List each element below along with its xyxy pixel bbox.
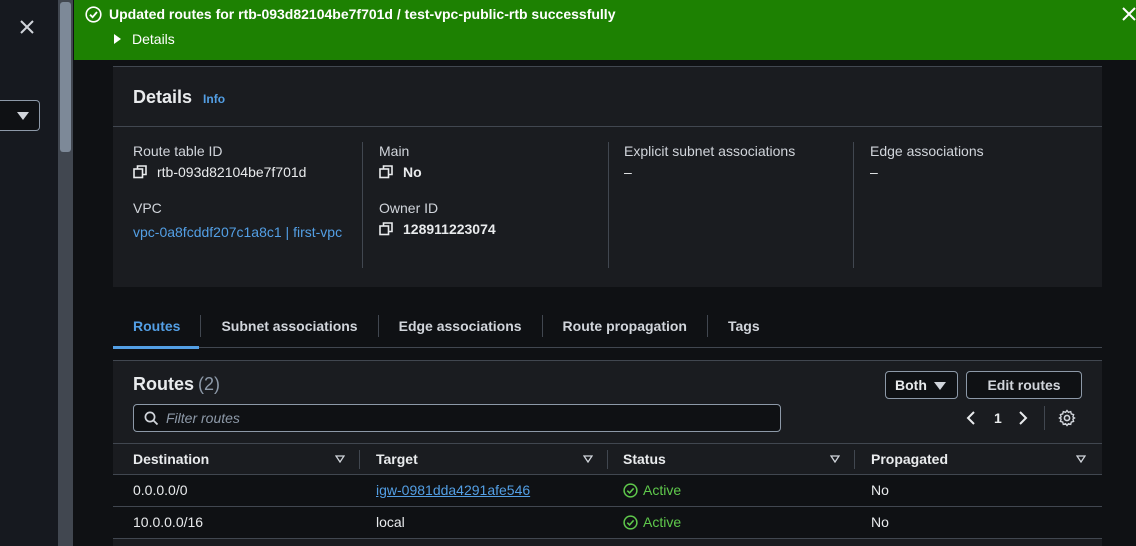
routes-count: (2) <box>198 374 221 394</box>
main-value-text: No <box>403 164 422 180</box>
search-icon <box>144 411 159 426</box>
divider <box>113 126 1102 127</box>
details-col-3: Explicit subnet associations – <box>624 143 854 180</box>
sort-down-icon[interactable] <box>1076 455 1086 463</box>
filter-routes-field[interactable] <box>133 404 781 432</box>
edit-routes-button[interactable]: Edit routes <box>966 371 1082 399</box>
gear-icon[interactable] <box>1058 409 1076 427</box>
table-row[interactable]: 0.0.0.0/0 igw-0981dda4291afe546 Active N… <box>113 475 1102 507</box>
check-circle-icon <box>623 483 638 498</box>
column-header-label: Target <box>376 451 418 467</box>
chevron-left-icon[interactable] <box>965 410 977 426</box>
scrollbar-thumb[interactable] <box>60 2 71 152</box>
route-table-id-value: rtb-093d82104be7f701d <box>133 164 363 180</box>
tab-tags[interactable]: Tags <box>706 315 780 337</box>
tab-routes[interactable]: Routes <box>113 315 200 337</box>
table-row[interactable]: 10.0.0.0/16 local Active No <box>113 507 1102 539</box>
status-badge: Active <box>623 475 681 506</box>
caret-right-icon <box>114 34 121 44</box>
sort-down-icon[interactable] <box>335 455 345 463</box>
propagated-cell: No <box>871 482 889 498</box>
edge-assoc-value: – <box>870 164 878 180</box>
divider <box>1043 406 1045 430</box>
propagated-cell: No <box>871 514 889 530</box>
details-col-4: Edge associations – <box>870 143 1100 180</box>
owner-id-label: Owner ID <box>379 200 439 216</box>
side-panel <box>0 0 58 546</box>
column-separator <box>359 450 360 469</box>
routes-heading: Routes (2) <box>133 374 220 395</box>
column-header-propagated[interactable]: Propagated <box>871 444 1093 474</box>
copy-icon[interactable] <box>379 165 393 179</box>
column-separator <box>854 450 855 469</box>
tab-bar: Routes Subnet associations Edge associat… <box>113 305 1102 348</box>
explicit-subnet-label: Explicit subnet associations <box>624 143 796 159</box>
destination-cell: 0.0.0.0/0 <box>133 482 188 498</box>
sort-down-icon[interactable] <box>583 455 593 463</box>
details-panel: Details Info Route table ID rtb-093d8210… <box>113 66 1102 287</box>
tab-route-propagation[interactable]: Route propagation <box>541 315 707 337</box>
flash-message: Updated routes for rtb-093d82104be7f701d… <box>109 6 616 22</box>
sort-down-icon[interactable] <box>830 455 840 463</box>
route-table-id: rtb-093d82104be7f701d <box>157 164 307 180</box>
route-filter-select[interactable]: Both <box>885 371 958 399</box>
check-circle-icon <box>85 6 102 23</box>
flash-details-toggle[interactable]: Details <box>114 31 175 47</box>
tab-subnet-associations[interactable]: Subnet associations <box>200 315 377 337</box>
filter-routes-input[interactable] <box>166 409 766 427</box>
status-text: Active <box>643 514 682 530</box>
caret-down-icon <box>934 382 946 390</box>
column-separator <box>608 142 609 268</box>
column-separator <box>607 450 608 469</box>
column-header-label: Status <box>623 451 666 467</box>
routes-table-header: Destination Target Status Propagated <box>113 443 1102 475</box>
vpc-link[interactable]: vpc-0a8fcddf207c1a8c1 | first-vpc <box>133 221 343 243</box>
panel-dropdown[interactable] <box>0 100 40 131</box>
copy-icon[interactable] <box>379 222 393 236</box>
main-value: No <box>379 164 609 180</box>
routes-panel: Routes(2) Both Edit routes 1 Destination… <box>113 360 1102 546</box>
flash-details-label: Details <box>132 31 175 47</box>
info-link[interactable]: Info <box>203 92 225 106</box>
details-col-1: Route table ID rtb-093d82104be7f701d VPC… <box>133 143 363 243</box>
page-number[interactable]: 1 <box>994 410 1002 426</box>
column-header-status[interactable]: Status <box>623 444 843 474</box>
main-label: Main <box>379 143 410 159</box>
active-tab-indicator <box>113 346 199 349</box>
status-text: Active <box>643 482 682 498</box>
close-icon[interactable] <box>1122 6 1136 22</box>
column-header-label: Propagated <box>871 451 949 467</box>
edge-assoc-label: Edge associations <box>870 143 984 159</box>
owner-id-value: 128911223074 <box>379 221 609 237</box>
column-separator <box>362 142 363 268</box>
explicit-subnet-value: – <box>624 164 632 180</box>
chevron-right-icon[interactable] <box>1017 410 1029 426</box>
check-circle-icon <box>623 515 638 530</box>
column-header-label: Destination <box>133 451 210 467</box>
target-cell: local <box>376 514 405 530</box>
destination-cell: 10.0.0.0/16 <box>133 514 204 530</box>
details-title: Details <box>133 87 193 107</box>
owner-id: 128911223074 <box>403 221 496 237</box>
vpc-label: VPC <box>133 200 162 216</box>
target-link[interactable]: igw-0981dda4291afe546 <box>376 475 530 506</box>
route-table-id-label: Route table ID <box>133 143 223 159</box>
details-col-2: Main No Owner ID 128911223074 <box>379 143 609 237</box>
caret-down-icon <box>17 112 29 120</box>
close-icon[interactable] <box>16 16 38 38</box>
column-header-destination[interactable]: Destination <box>133 444 348 474</box>
pagination: 1 <box>965 406 1076 430</box>
route-filter-value: Both <box>895 377 927 393</box>
success-flash-banner: Updated routes for rtb-093d82104be7f701d… <box>74 0 1136 60</box>
column-header-target[interactable]: Target <box>376 444 593 474</box>
routes-title: Routes <box>133 374 195 394</box>
copy-icon[interactable] <box>133 165 147 179</box>
tab-edge-associations[interactable]: Edge associations <box>377 315 542 337</box>
status-badge: Active <box>623 507 681 538</box>
column-separator <box>853 142 854 268</box>
